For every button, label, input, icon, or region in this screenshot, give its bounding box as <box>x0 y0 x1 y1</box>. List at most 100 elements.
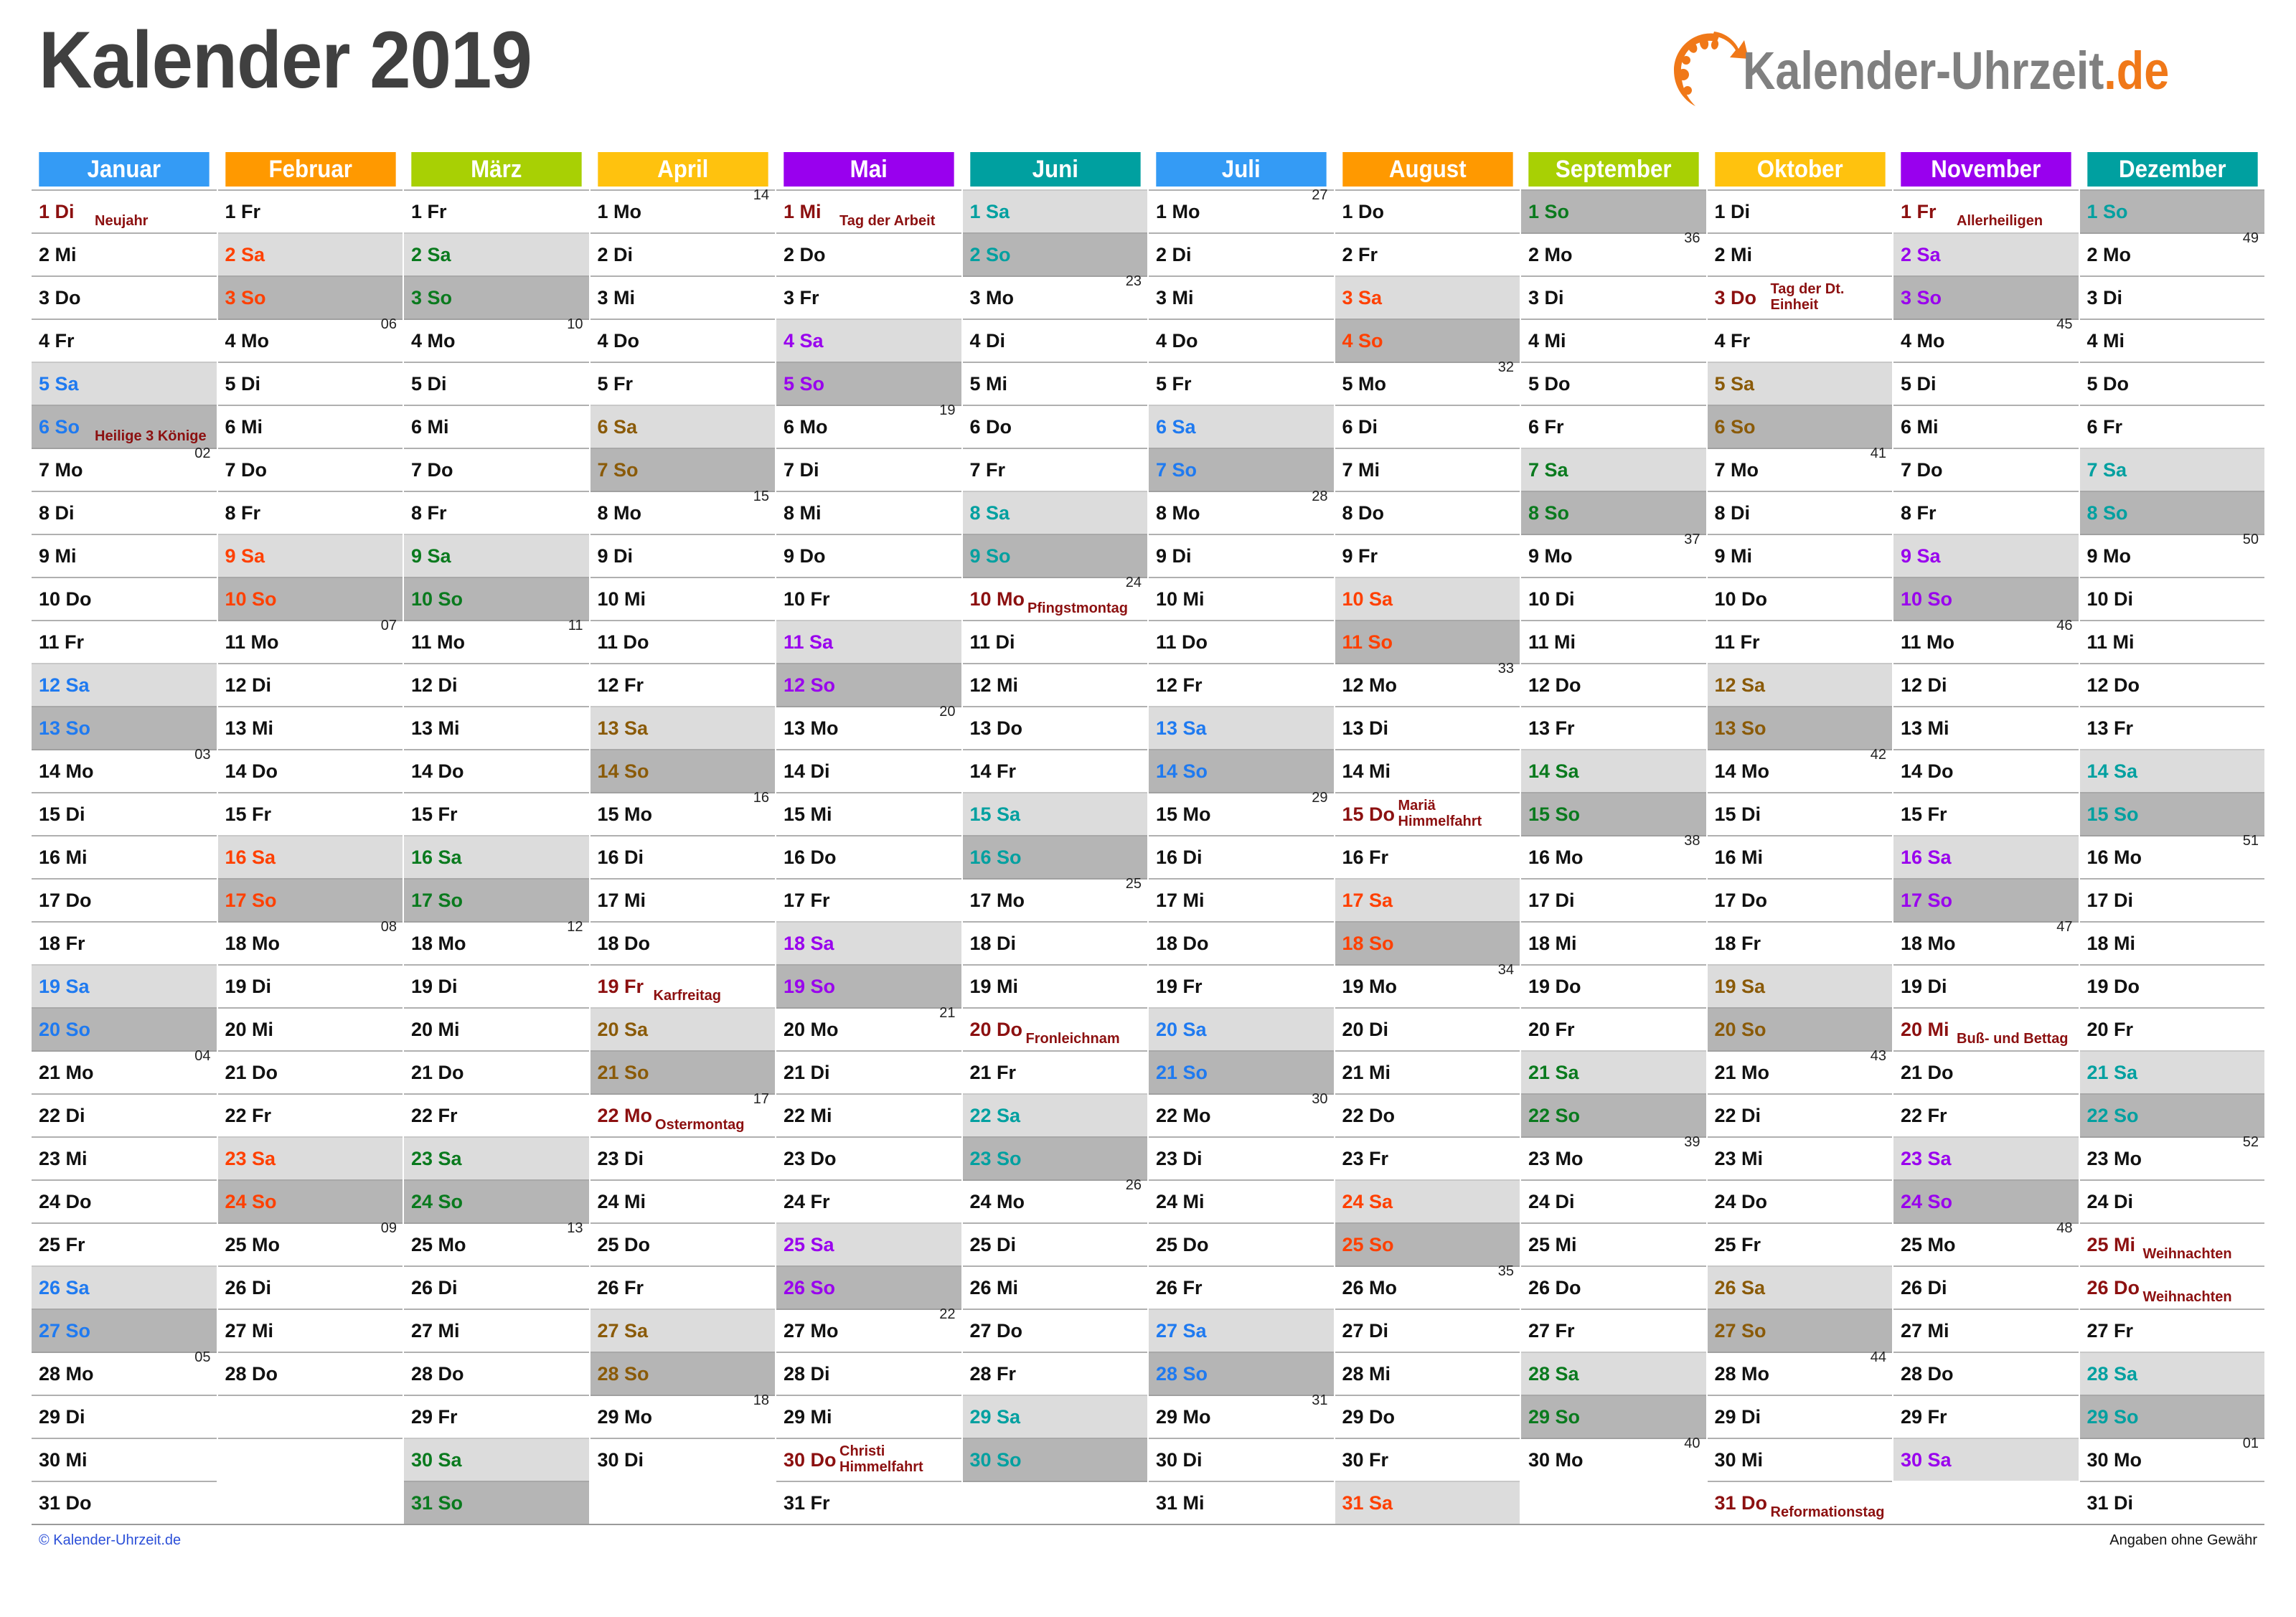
day-cell[interactable]: 13 Fr <box>2079 706 2264 749</box>
day-cell[interactable]: 27 Sa <box>590 1309 775 1352</box>
day-cell[interactable]: 13 So <box>32 706 217 749</box>
day-cell[interactable]: 27 Do <box>962 1309 1147 1352</box>
day-cell[interactable]: 30 Fr <box>1335 1438 1520 1481</box>
day-cell[interactable]: 27 Mi <box>217 1309 403 1352</box>
day-cell[interactable]: 20 Sa <box>1149 1007 1334 1050</box>
day-cell[interactable]: 6 Fr <box>1521 405 1706 448</box>
day-cell[interactable]: 20 Mi <box>404 1007 589 1050</box>
day-cell[interactable]: 15 So <box>2079 792 2264 835</box>
day-cell[interactable]: 1 Sa <box>962 189 1147 232</box>
day-cell[interactable]: 2 Di <box>590 232 775 275</box>
day-cell[interactable]: 1 Mo 14 <box>590 188 775 232</box>
day-cell[interactable]: 18 Mi <box>1521 921 1706 964</box>
day-cell[interactable]: 23 Mi <box>32 1136 217 1179</box>
day-cell[interactable]: 4 Mi <box>1521 319 1706 362</box>
day-cell[interactable]: 19 Fr <box>1149 964 1334 1007</box>
day-cell[interactable]: 11 Fr <box>1707 620 1892 663</box>
day-cell[interactable]: 25 Do <box>590 1222 775 1265</box>
day-cell[interactable]: 25 Mi Weihnachten <box>2079 1222 2264 1265</box>
day-cell[interactable]: 31 So <box>404 1481 589 1524</box>
day-cell[interactable]: 18 Mi <box>2079 921 2264 964</box>
day-cell[interactable]: 5 Fr <box>1149 362 1334 405</box>
day-cell[interactable]: 4 Mo 06 <box>217 317 403 362</box>
month-header[interactable]: Oktober <box>1714 152 1885 187</box>
day-cell[interactable]: 8 Mi <box>776 491 961 534</box>
day-cell[interactable]: 21 So <box>590 1050 775 1093</box>
day-cell[interactable]: 17 So <box>1893 878 2079 921</box>
day-cell[interactable]: 8 Fr <box>217 491 403 534</box>
day-cell[interactable]: 3 Di <box>1521 275 1706 319</box>
day-cell[interactable]: 17 So <box>217 878 403 921</box>
day-cell[interactable]: 7 Do <box>217 448 403 491</box>
day-cell[interactable]: 26 Di <box>404 1265 589 1309</box>
day-cell[interactable]: 10 So <box>1893 577 2079 620</box>
day-cell[interactable]: 25 Mi <box>1521 1222 1706 1265</box>
day-cell[interactable]: 18 Fr <box>1707 921 1892 964</box>
day-cell[interactable]: 28 So <box>1149 1352 1334 1395</box>
day-cell[interactable]: 19 Do <box>1521 964 1706 1007</box>
day-cell[interactable]: 12 So <box>776 663 961 706</box>
day-cell[interactable]: 6 Di <box>1335 405 1520 448</box>
day-cell[interactable]: 10 So <box>404 577 589 620</box>
day-cell[interactable]: 16 Sa <box>1893 835 2079 878</box>
day-cell[interactable]: 14 Di <box>776 749 961 792</box>
day-cell[interactable]: 3 Do <box>32 275 217 319</box>
day-cell[interactable]: 15 Fr <box>1893 792 2079 835</box>
month-header[interactable]: Juni <box>969 152 1140 187</box>
day-cell[interactable]: 18 Fr <box>32 921 217 964</box>
day-cell[interactable]: 7 Sa <box>1521 448 1706 491</box>
day-cell[interactable]: 21 Mi <box>1335 1050 1520 1093</box>
day-cell[interactable]: 3 Di <box>2079 275 2264 319</box>
day-cell[interactable]: 14 So <box>590 749 775 792</box>
day-cell[interactable]: 7 Di <box>776 448 961 491</box>
day-cell[interactable]: 2 Sa <box>217 232 403 275</box>
day-cell[interactable]: 11 Mo 46 <box>1893 618 2079 663</box>
day-cell[interactable]: 19 Di <box>217 964 403 1007</box>
day-cell[interactable]: 12 Do <box>2079 663 2264 706</box>
day-cell[interactable]: 27 Fr <box>2079 1309 2264 1352</box>
day-cell[interactable]: 19 Do <box>2079 964 2264 1007</box>
day-cell[interactable]: 27 So <box>1707 1309 1892 1352</box>
day-cell[interactable]: 28 Sa <box>2079 1352 2264 1395</box>
month-header[interactable]: Februar <box>225 152 395 187</box>
day-cell[interactable]: 12 Fr <box>1149 663 1334 706</box>
day-cell[interactable]: 7 So <box>590 448 775 491</box>
day-cell[interactable]: 22 Fr <box>1893 1093 2079 1136</box>
day-cell[interactable]: 17 Mo 25 <box>962 877 1147 921</box>
day-cell[interactable]: 1 Do <box>1335 189 1520 232</box>
day-cell[interactable]: 7 So <box>1149 448 1334 491</box>
day-cell[interactable]: 1 Fr <box>404 189 589 232</box>
day-cell[interactable]: 31 Mi <box>1149 1481 1334 1524</box>
day-cell[interactable]: 14 Fr <box>962 749 1147 792</box>
day-cell[interactable]: 30 Sa <box>1893 1438 2079 1481</box>
day-cell[interactable]: 8 Mo 28 <box>1149 489 1334 534</box>
month-header[interactable]: März <box>411 152 582 187</box>
day-cell[interactable]: 16 Mi <box>1707 835 1892 878</box>
day-cell[interactable]: 14 Do <box>404 749 589 792</box>
day-cell[interactable]: 11 Do <box>590 620 775 663</box>
day-cell[interactable]: 10 Mi <box>1149 577 1334 620</box>
day-cell[interactable]: 29 Di <box>1707 1395 1892 1438</box>
day-cell[interactable]: 7 Mi <box>1335 448 1520 491</box>
month-header[interactable]: April <box>597 152 768 187</box>
month-header[interactable]: September <box>1528 152 1699 187</box>
day-cell[interactable]: 4 Mo 45 <box>1893 317 2079 362</box>
day-cell[interactable]: 20 Sa <box>590 1007 775 1050</box>
day-cell[interactable]: 26 Do Weihnachten <box>2079 1265 2264 1309</box>
day-cell[interactable]: 28 Sa <box>1521 1352 1706 1395</box>
day-cell[interactable]: 26 Mo 35 <box>1335 1264 1520 1309</box>
day-cell[interactable]: 26 Sa <box>1707 1265 1892 1309</box>
day-cell[interactable]: 23 Mo 52 <box>2079 1135 2264 1179</box>
day-cell[interactable]: 10 Di <box>1521 577 1706 620</box>
day-cell[interactable]: 6 Do <box>962 405 1147 448</box>
day-cell[interactable]: 19 Di <box>404 964 589 1007</box>
day-cell[interactable]: 15 Fr <box>217 792 403 835</box>
day-cell[interactable]: 16 Mo 51 <box>2079 834 2264 878</box>
day-cell[interactable]: 29 Fr <box>1893 1395 2079 1438</box>
day-cell[interactable]: 15 Do Mariä Himmelfahrt <box>1335 792 1520 835</box>
day-cell[interactable]: 26 Sa <box>32 1265 217 1309</box>
day-cell[interactable]: 10 Mi <box>590 577 775 620</box>
month-header[interactable]: Januar <box>39 152 210 187</box>
day-cell[interactable]: 9 Do <box>776 534 961 577</box>
day-cell[interactable]: 11 So <box>1335 620 1520 663</box>
